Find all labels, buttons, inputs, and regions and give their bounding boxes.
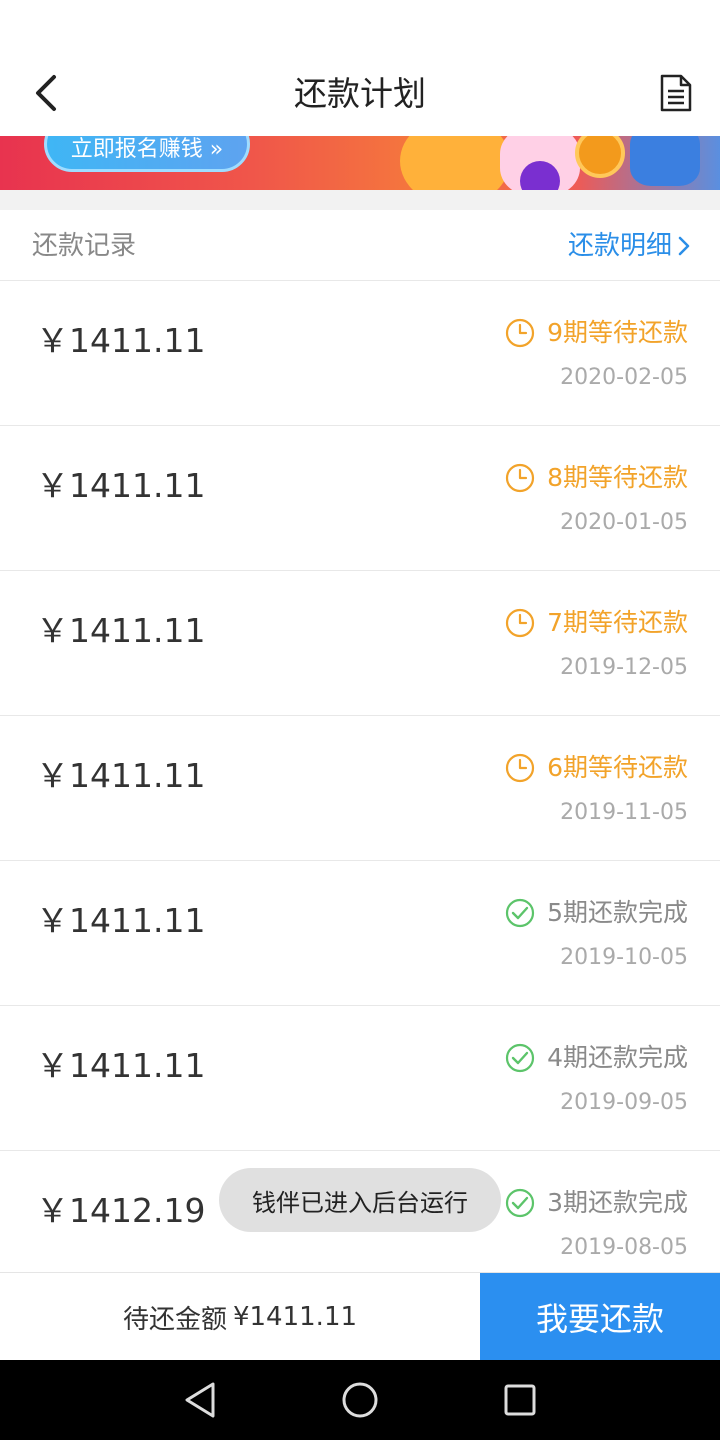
chevron-right-icon [678,236,690,256]
record-status: 5期还款完成 [505,895,688,931]
system-nav-bar [0,1360,720,1440]
nav-recents-button[interactable] [496,1376,544,1424]
banner-signup-button[interactable]: 立即报名赚钱 » [44,136,250,172]
record-amount: ￥1411.11 [36,901,206,940]
pending-total: 待还金额 ¥1411.11 [0,1273,480,1361]
page-title: 还款计划 [294,74,426,113]
clock-icon [505,608,535,638]
list-item[interactable]: ￥1411.11 5期还款完成 2019-10-05 [0,861,720,1006]
record-status: 8期等待还款 [505,460,688,496]
status-bar [0,0,720,50]
record-date: 2019-08-05 [560,1235,688,1260]
list-item[interactable]: ￥1411.11 4期还款完成 2019-09-05 [0,1006,720,1151]
record-status: 3期还款完成 [505,1185,688,1221]
record-date: 2019-10-05 [560,945,688,970]
record-date: 2020-02-05 [560,365,688,390]
record-date: 2019-12-05 [560,655,688,680]
record-status-label: 3期还款完成 [547,1188,688,1217]
circle-home-icon [342,1382,378,1418]
list-item[interactable]: ￥1411.11 9期等待还款 2020-02-05 [0,281,720,426]
triangle-back-icon [185,1382,215,1418]
repay-button[interactable]: 我要还款 [480,1273,720,1361]
header: 还款计划 [0,50,720,136]
record-status-label: 9期等待还款 [547,318,688,347]
clock-icon [505,463,535,493]
pending-amount: ¥1411.11 [232,1302,358,1332]
banner-decoration [400,136,510,190]
list-item[interactable]: ￥1411.11 6期等待还款 2019-11-05 [0,716,720,861]
record-amount: ￥1411.11 [36,756,206,795]
check-circle-icon [505,898,535,928]
repayment-detail-link[interactable]: 还款明细 [568,229,690,263]
document-icon [660,74,692,112]
record-status: 9期等待还款 [505,315,688,351]
clock-icon [505,318,535,348]
record-date: 2019-11-05 [560,800,688,825]
list-item[interactable]: ￥1411.11 8期等待还款 2020-01-05 [0,426,720,571]
detail-link-label: 还款明细 [567,231,672,261]
record-status-label: 8期等待还款 [547,463,688,492]
record-date: 2020-01-05 [560,510,688,535]
document-button[interactable] [654,70,698,116]
record-status: 6期等待还款 [505,750,688,786]
clock-icon [505,753,535,783]
check-circle-icon [505,1188,535,1218]
record-status: 4期还款完成 [505,1040,688,1076]
record-status-label: 7期等待还款 [547,608,688,637]
record-status-label: 4期还款完成 [547,1043,688,1072]
banner-decoration [630,136,700,186]
record-amount: ￥1411.11 [36,611,206,650]
promo-banner[interactable]: 立即报名赚钱 » [0,136,720,190]
list-item[interactable]: ￥1411.11 7期等待还款 2019-12-05 [0,571,720,716]
nav-back-button[interactable] [176,1376,224,1424]
toast-message: 钱伴已进入后台运行 [219,1168,501,1232]
nav-home-button[interactable] [336,1376,384,1424]
repayment-record-list: ￥1411.11 9期等待还款 2020-02-05 ￥1411.11 8期等待还款 20… [0,281,720,1296]
record-status: 7期等待还款 [505,605,688,641]
record-date: 2019-09-05 [560,1090,688,1115]
footer-bar: 待还金额 ¥1411.11 我要还款 [0,1272,720,1361]
record-status-label: 5期还款完成 [547,898,688,927]
record-amount: ￥1411.11 [36,321,206,360]
pending-label: 待还金额 [122,1304,227,1335]
record-amount: ￥1411.11 [36,466,206,505]
records-section-header: 还款记录 还款明细 [0,210,720,281]
section-title: 还款记录 [32,231,137,261]
check-circle-icon [505,1043,535,1073]
record-amount: ￥1412.19 [36,1191,206,1230]
section-divider [0,190,720,210]
record-amount: ￥1411.11 [36,1046,206,1085]
coin-icon [575,136,625,178]
record-status-label: 6期等待还款 [547,753,688,782]
square-recents-icon [504,1384,536,1416]
